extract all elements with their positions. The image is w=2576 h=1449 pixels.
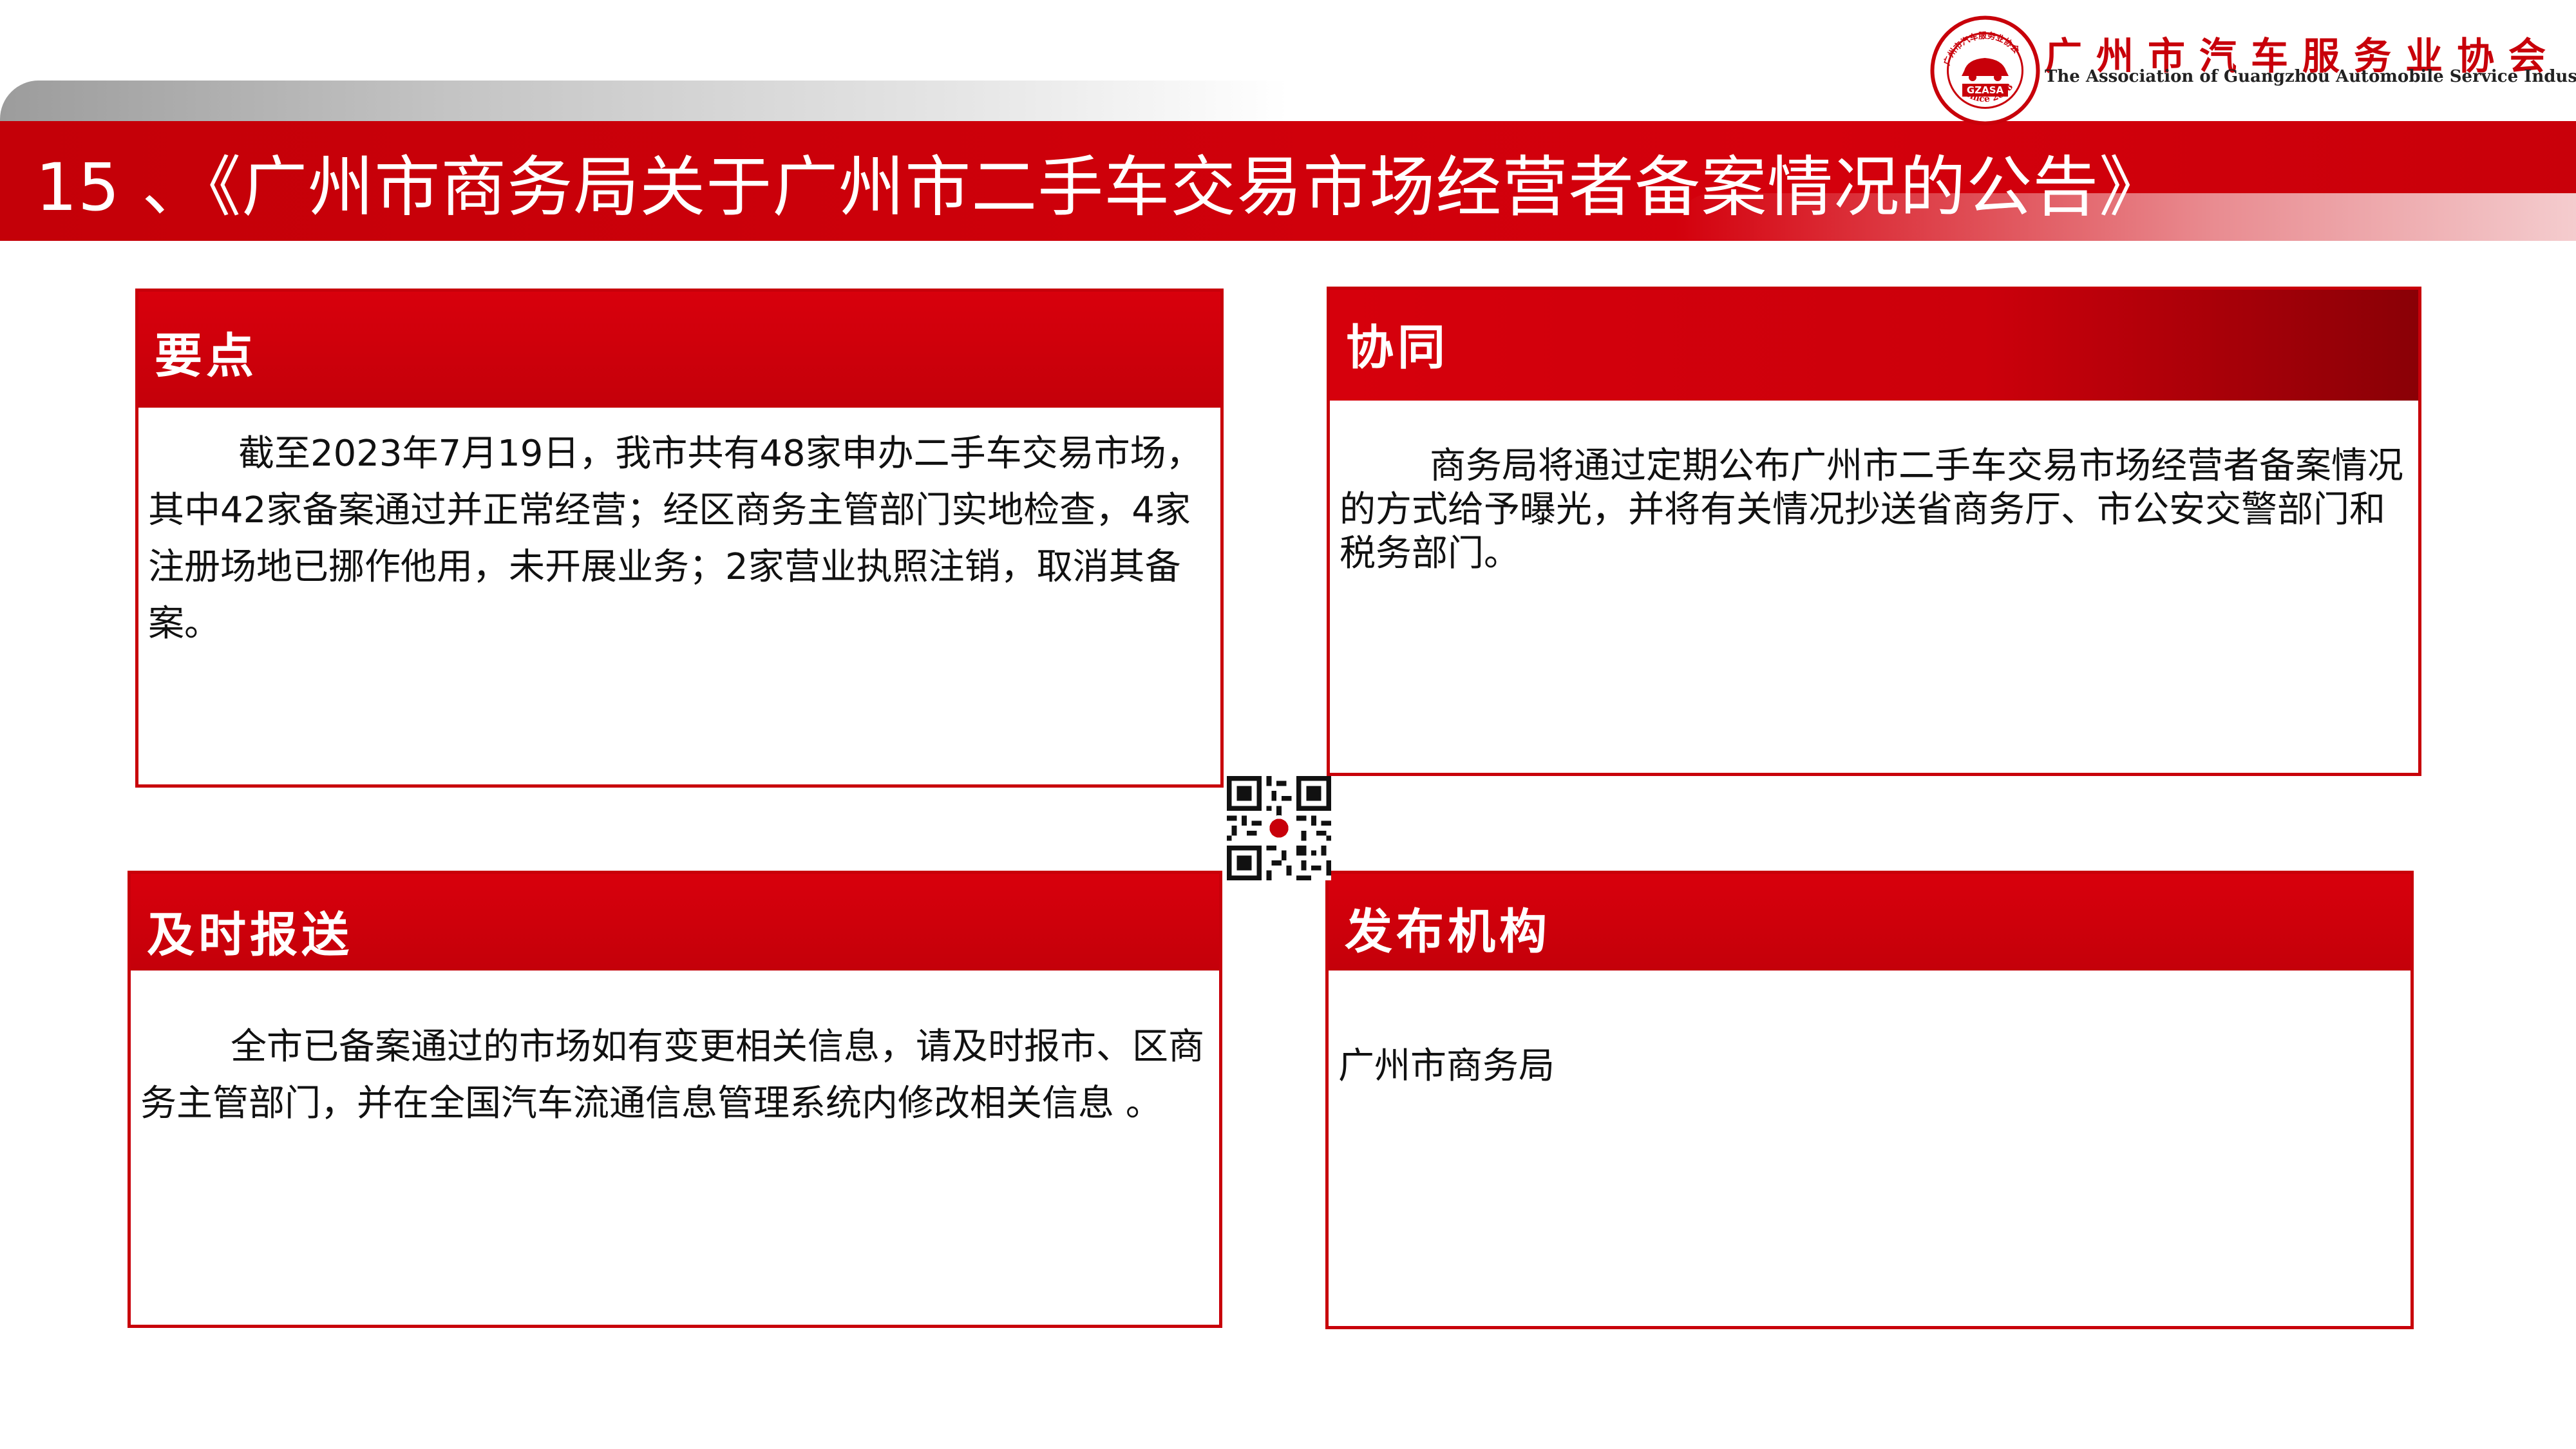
page-title: 15 、《广州市商务局关于广州市二手车交易市场经营者备案情况的公告》: [35, 149, 2166, 226]
timely-report-title: 及时报送: [147, 907, 353, 963]
qr-code-icon[interactable]: [1227, 776, 1331, 880]
key-points-header: 要点: [138, 292, 1220, 408]
association-seal-icon: 广州市汽车服务业协会 Since 2008 GZASA: [1930, 15, 2040, 126]
collaboration-title: 协同: [1346, 320, 1449, 375]
collaboration-body: 商务局将通过定期公布广州市二手车交易市场经营者备案情况的方式给予曝光，并将有关情…: [1340, 445, 2403, 574]
key-points-card: 要点 截至2023年7月19日，我市共有48家申办二手车交易市场，其中42家备案…: [135, 289, 1224, 788]
timely-report-card: 及时报送 全市已备案通过的市场如有变更相关信息，请及时报市、区商务主管部门，并在…: [128, 871, 1222, 1328]
timely-report-header: 及时报送: [131, 874, 1219, 971]
issuer-card: 发布机构 广州市商务局: [1325, 871, 2414, 1329]
key-points-body: 截至2023年7月19日，我市共有48家申办二手车交易市场，其中42家备案通过并…: [148, 433, 1202, 645]
header-grey-band: [0, 80, 1288, 124]
key-points-title: 要点: [155, 328, 258, 384]
collaboration-card: 协同 商务局将通过定期公布广州市二手车交易市场经营者备案情况的方式给予曝光，并将…: [1327, 287, 2421, 776]
issuer-header: 发布机构: [1329, 874, 2410, 971]
logo-abbr: GZASA: [1967, 84, 2004, 96]
org-name-en: The Association of Guangzhou Automobile …: [2045, 67, 2576, 86]
issuer-body: 广州市商务局: [1338, 1045, 1555, 1087]
issuer-title: 发布机构: [1345, 904, 1551, 960]
collaboration-header: 协同: [1330, 290, 2418, 401]
timely-report-body: 全市已备案通过的市场如有变更相关信息，请及时报市、区商务主管部门，并在全国汽车流…: [140, 1026, 1204, 1124]
